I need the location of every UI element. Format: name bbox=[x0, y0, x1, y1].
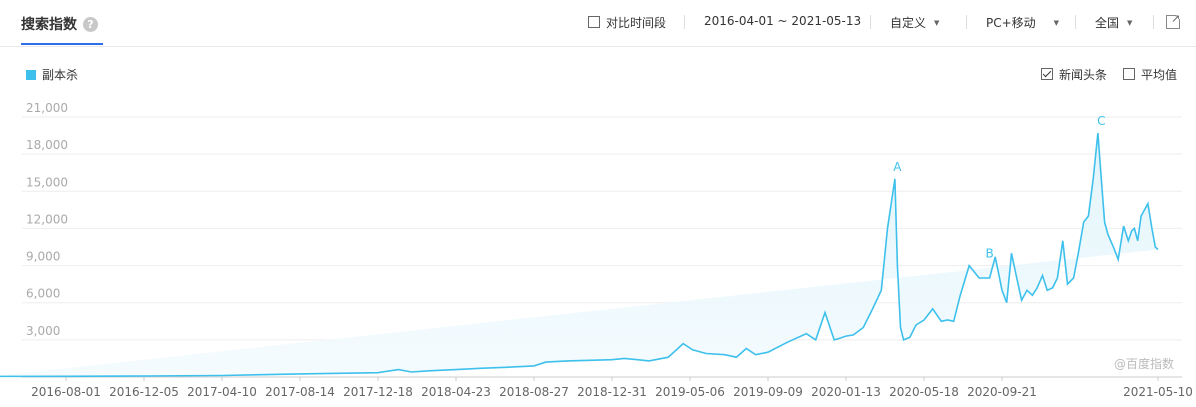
x-tick-label: 2017-12-18 bbox=[343, 385, 413, 399]
x-tick-label: 2018-08-27 bbox=[499, 385, 569, 399]
news-annotation-marker[interactable]: A bbox=[893, 160, 902, 174]
watermark: @百度指数 bbox=[1114, 357, 1175, 371]
news-annotation-marker[interactable]: B bbox=[986, 247, 994, 261]
y-tick-label: 18,000 bbox=[26, 138, 68, 152]
news-annotation-marker[interactable]: C bbox=[1097, 114, 1105, 128]
y-tick-label: 21,000 bbox=[26, 101, 68, 115]
x-tick-label: 2017-04-10 bbox=[187, 385, 257, 399]
x-tick-label: 2021-05-10 bbox=[1123, 385, 1193, 399]
x-tick-label: 2016-12-05 bbox=[109, 385, 179, 399]
y-tick-label: 9,000 bbox=[26, 250, 60, 264]
x-tick-label: 2019-09-09 bbox=[733, 385, 803, 399]
x-tick-label: 2020-05-18 bbox=[889, 385, 959, 399]
x-tick-label: 2020-01-13 bbox=[811, 385, 881, 399]
y-tick-label: 15,000 bbox=[26, 175, 68, 189]
x-tick-label: 2017-08-14 bbox=[265, 385, 335, 399]
y-tick-label: 12,000 bbox=[26, 212, 68, 226]
chart-svg: 21,00018,00015,00012,0009,0006,0003,000 … bbox=[0, 101, 1193, 399]
x-tick-label: 2019-05-06 bbox=[655, 385, 725, 399]
x-tick-label: 2018-04-23 bbox=[421, 385, 491, 399]
y-tick-label: 6,000 bbox=[26, 287, 60, 301]
y-tick-label: 3,000 bbox=[26, 324, 60, 338]
x-tick-label: 2018-12-31 bbox=[577, 385, 647, 399]
x-tick-label: 2020-09-21 bbox=[967, 385, 1037, 399]
x-tick-label: 2016-08-01 bbox=[31, 385, 101, 399]
